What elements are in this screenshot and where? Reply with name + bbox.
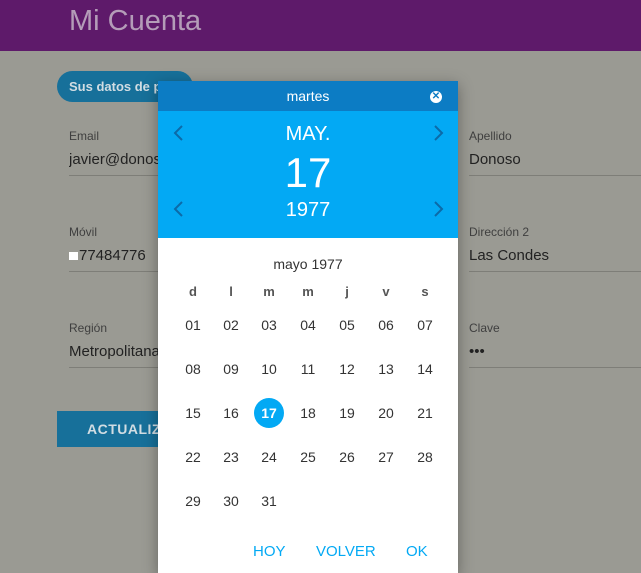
day-cell[interactable]: 23: [216, 442, 246, 472]
weekday-label: j: [345, 284, 349, 299]
datepicker-footer: HOY VOLVER OK: [158, 543, 458, 567]
weekday-label: v: [382, 284, 390, 299]
email-underline: [69, 175, 164, 176]
day-cell[interactable]: 24: [254, 442, 284, 472]
day-cell[interactable]: 05: [332, 310, 362, 340]
update-button[interactable]: ACTUALIZ: [57, 411, 167, 447]
close-icon[interactable]: ✕: [430, 91, 442, 103]
day-cell[interactable]: 30: [216, 486, 246, 516]
day-cell[interactable]: 07: [410, 310, 440, 340]
day-cell[interactable]: 27: [371, 442, 401, 472]
day-cell[interactable]: 15: [178, 398, 208, 428]
day-cell[interactable]: 13: [371, 354, 401, 384]
movil-value[interactable]: 77484776: [69, 247, 159, 264]
day-cell[interactable]: 19: [332, 398, 362, 428]
day-cell[interactable]: 01: [178, 310, 208, 340]
day-cell[interactable]: 06: [371, 310, 401, 340]
clave-value[interactable]: •••: [469, 343, 485, 360]
redaction-mask: [69, 252, 78, 261]
day-cell[interactable]: 21: [410, 398, 440, 428]
apellido-label: Apellido: [469, 129, 512, 143]
ok-button[interactable]: OK: [406, 543, 428, 560]
region-label: Región: [69, 321, 108, 335]
apellido-value[interactable]: Donoso: [469, 151, 521, 168]
day-cell[interactable]: 04: [293, 310, 323, 340]
clave-underline: [469, 367, 641, 368]
day-cell[interactable]: 03: [254, 310, 284, 340]
back-button[interactable]: VOLVER: [316, 543, 376, 560]
direccion2-value[interactable]: Las Condes: [469, 247, 549, 264]
direccion2-label: Dirección 2: [469, 225, 530, 239]
day-cell[interactable]: 12: [332, 354, 362, 384]
clave-label: Clave: [469, 321, 500, 335]
selected-day-number: 17: [284, 149, 332, 196]
region-underline: [69, 367, 164, 368]
today-button[interactable]: HOY: [253, 543, 286, 560]
weekday-label: m: [302, 284, 314, 299]
page-title: Mi Cuenta: [69, 5, 202, 37]
weekday-label: s: [421, 284, 429, 299]
email-label: Email: [69, 129, 100, 143]
day-cell[interactable]: 29: [178, 486, 208, 516]
direccion2-underline: [469, 271, 641, 272]
day-cell[interactable]: 26: [332, 442, 362, 472]
day-cell[interactable]: 20: [371, 398, 401, 428]
weekday-label: m: [263, 284, 275, 299]
day-cell[interactable]: 10: [254, 354, 284, 384]
day-cell[interactable]: 02: [216, 310, 246, 340]
day-cell[interactable]: 09: [216, 354, 246, 384]
app-header: Mi Cuenta: [0, 0, 641, 51]
selected-year: 1977: [285, 199, 331, 221]
weekday-label: l: [229, 284, 233, 299]
weekday-label: d: [189, 284, 197, 299]
email-value[interactable]: javier@donos: [69, 151, 159, 168]
region-value[interactable]: Metropolitana: [69, 343, 159, 360]
day-cell[interactable]: 08: [178, 354, 208, 384]
movil-text: 77484776: [79, 247, 146, 264]
datepicker-header: MAY. 17 1977: [158, 111, 458, 238]
calendar-month-title: mayo 1977: [273, 256, 343, 272]
day-cell[interactable]: 18: [293, 398, 323, 428]
chevron-right-icon: [434, 125, 444, 141]
day-cell[interactable]: 25: [293, 442, 323, 472]
movil-underline: [69, 271, 164, 272]
day-cell[interactable]: 28: [410, 442, 440, 472]
apellido-underline: [469, 175, 641, 176]
next-year-button[interactable]: [430, 199, 446, 219]
chevron-right-icon: [434, 201, 444, 217]
selected-weekday: martes: [286, 88, 330, 104]
day-cell[interactable]: 31: [254, 486, 284, 516]
next-month-button[interactable]: [430, 123, 446, 143]
selected-day-cell[interactable]: 17: [254, 398, 284, 428]
day-cell[interactable]: 11: [293, 354, 323, 384]
datepicker-weekday-bar: martes ✕: [158, 81, 458, 111]
day-cell[interactable]: 14: [410, 354, 440, 384]
datepicker-dialog: martes ✕ MAY. 17 1977 mayo 1977 dlmmjvs …: [158, 81, 458, 573]
movil-label: Móvil: [69, 225, 98, 239]
day-cell[interactable]: 22: [178, 442, 208, 472]
selected-month: MAY.: [285, 123, 331, 145]
day-cell[interactable]: 16: [216, 398, 246, 428]
